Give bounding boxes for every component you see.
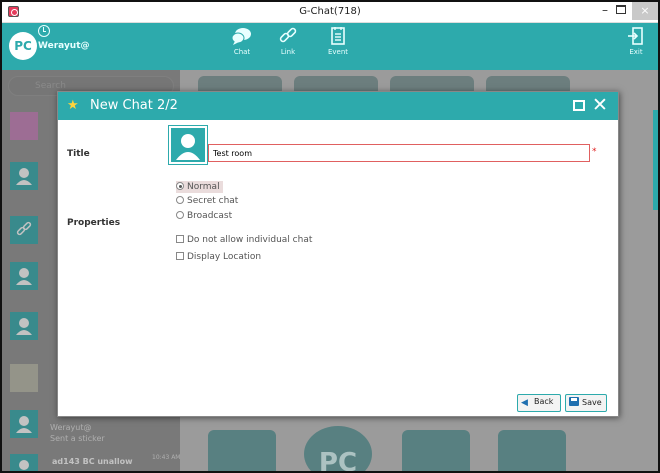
dialog-title: New Chat 2/2	[90, 98, 178, 113]
required-marker: *	[592, 147, 597, 157]
save-button[interactable]: Save	[565, 394, 607, 412]
checkbox-no-individual-label: Do not allow individual chat	[187, 235, 313, 245]
exit-button[interactable]: Exit	[618, 26, 654, 68]
app-header: PC Werayut@ Chat Link Event Exit	[2, 23, 658, 70]
chat-icon	[231, 28, 251, 45]
checkbox-location-label: Display Location	[187, 252, 262, 262]
event-button-label: Event	[327, 48, 349, 56]
username: Werayut@	[38, 41, 90, 51]
radio-secret-label: Secret chat	[187, 196, 239, 206]
checkbox-display-location[interactable]: Display Location	[176, 252, 261, 262]
user-icon	[176, 134, 200, 160]
back-arrow-icon: ◀	[521, 398, 528, 408]
radio-secret-chat[interactable]: Secret chat	[176, 196, 238, 206]
checkbox-icon	[176, 252, 184, 260]
scroll-indicator	[653, 110, 658, 210]
star-icon: ★	[67, 98, 79, 113]
chat-button-label: Chat	[233, 48, 251, 56]
radio-normal-label: Normal	[187, 182, 220, 192]
radio-selected-icon	[176, 182, 184, 190]
link-button[interactable]: Link	[270, 26, 306, 68]
radio-icon	[176, 196, 184, 204]
maximize-button[interactable]	[616, 5, 626, 14]
floppy-disk-icon	[569, 397, 579, 406]
title-label: Title	[67, 149, 90, 159]
save-button-label: Save	[582, 398, 602, 407]
dialog-maximize-button[interactable]	[573, 100, 585, 111]
back-button[interactable]: ◀ Back	[517, 394, 561, 412]
window-title: G-Chat(718)	[299, 6, 361, 17]
room-avatar-picker[interactable]	[168, 125, 208, 165]
window-titlebar: G-Chat(718) – ×	[2, 2, 658, 23]
calendar-icon	[331, 27, 345, 45]
radio-broadcast-label: Broadcast	[187, 211, 233, 221]
link-icon	[279, 27, 297, 43]
avatar[interactable]: PC	[9, 32, 37, 60]
properties-label: Properties	[67, 218, 121, 228]
clock-icon[interactable]	[38, 25, 50, 37]
chat-button[interactable]: Chat	[224, 26, 260, 68]
event-button[interactable]: Event	[320, 26, 356, 68]
app-window: G-Chat(718) – × PC Werayut@ Chat Link Ev…	[0, 0, 660, 473]
radio-normal[interactable]: Normal	[176, 181, 223, 193]
exit-button-label: Exit	[629, 48, 643, 56]
checkbox-icon	[176, 235, 184, 243]
minimize-button[interactable]: –	[598, 4, 612, 18]
back-button-label: Back	[534, 397, 554, 406]
radio-broadcast[interactable]: Broadcast	[176, 211, 232, 221]
title-input[interactable]	[208, 144, 590, 162]
checkbox-no-individual-chat[interactable]: Do not allow individual chat	[176, 235, 312, 245]
close-button[interactable]: ×	[632, 2, 658, 20]
link-button-label: Link	[280, 48, 296, 56]
dialog-close-button[interactable]: ✕	[592, 94, 608, 116]
radio-icon	[176, 211, 184, 219]
dialog-header: ★ New Chat 2/2 ✕	[58, 92, 618, 120]
exit-icon	[628, 27, 643, 45]
new-chat-dialog: ★ New Chat 2/2 ✕ Title * Properties Norm…	[57, 91, 619, 417]
